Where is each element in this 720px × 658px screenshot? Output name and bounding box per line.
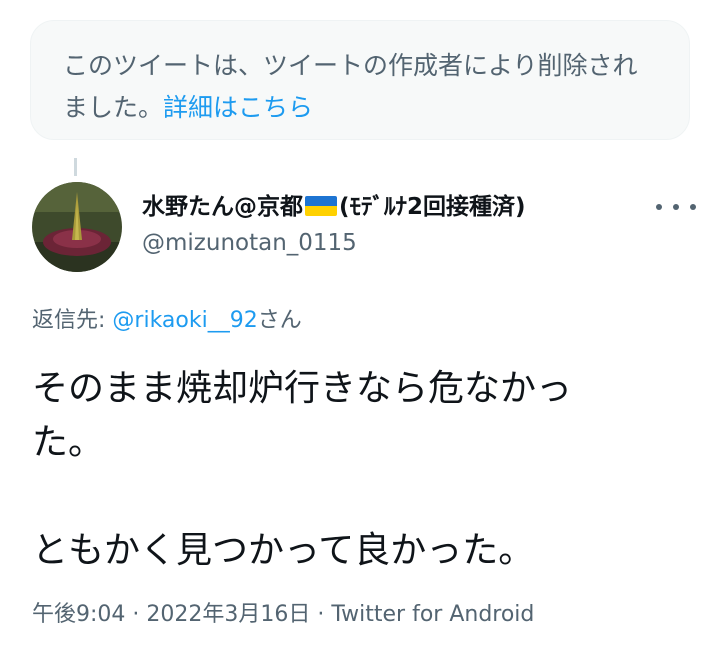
tweet-page: このツイートは、ツイートの作成者により削除され ました。詳細はこちら 水野たん@… [0, 0, 720, 658]
deleted-notice-line2: ました。詳細はこちら [63, 87, 661, 129]
display-name-part2: (ﾓﾃﾞﾙﾅ2回接種済) [339, 194, 526, 220]
more-horizontal-icon-dot [656, 204, 662, 210]
author-handle[interactable]: @mizunotan_0115 [142, 226, 357, 260]
tweet-text-line1: そのまま焼却炉行きなら危なかっ [32, 368, 573, 409]
display-name-part1: 水野たん@京都 [142, 194, 303, 220]
tweet-time[interactable]: 午後9:04 [32, 602, 125, 627]
avatar[interactable] [32, 182, 122, 272]
tweet-source: Twitter for Android [331, 602, 535, 627]
thread-connector [74, 158, 77, 176]
more-options-button[interactable] [656, 192, 696, 222]
tweet-text-line3: ともかく見つかって良かった。 [32, 530, 535, 571]
reply-label: 返信先: [32, 308, 106, 333]
tweet-text: そのまま焼却炉行きなら危なかっ た。 ともかく見つかって良かった。 [32, 362, 692, 578]
tweet-metadata: 午後9:04 · 2022年3月16日 · Twitter for Androi… [32, 598, 534, 632]
author-display-name[interactable]: 水野たん@京都 (ﾓﾃﾞﾙﾅ2回接種済) [142, 190, 526, 224]
deleted-notice-line1: このツイートは、ツイートの作成者により削除され [63, 51, 638, 80]
meta-separator: · [125, 602, 147, 627]
reply-suffix: さん [257, 308, 302, 333]
deleted-tweet-notice: このツイートは、ツイートの作成者により削除され ました。詳細はこちら [30, 20, 690, 140]
ukraine-flag-icon [305, 196, 337, 216]
tweet-text-line2: た。 [32, 422, 105, 463]
learn-more-link[interactable]: 詳細はこちら [163, 93, 313, 122]
reply-mention-link[interactable]: @rikaoki__92 [112, 308, 257, 333]
deleted-notice-line2-prefix: ました。 [63, 93, 164, 122]
more-horizontal-icon-dot [690, 204, 696, 210]
meta-separator: · [310, 602, 332, 627]
tweet-date[interactable]: 2022年3月16日 [146, 602, 310, 627]
reply-to-line: 返信先: @rikaoki__92さん [32, 304, 302, 338]
more-horizontal-icon-dot [673, 204, 679, 210]
avatar-image [32, 182, 122, 272]
